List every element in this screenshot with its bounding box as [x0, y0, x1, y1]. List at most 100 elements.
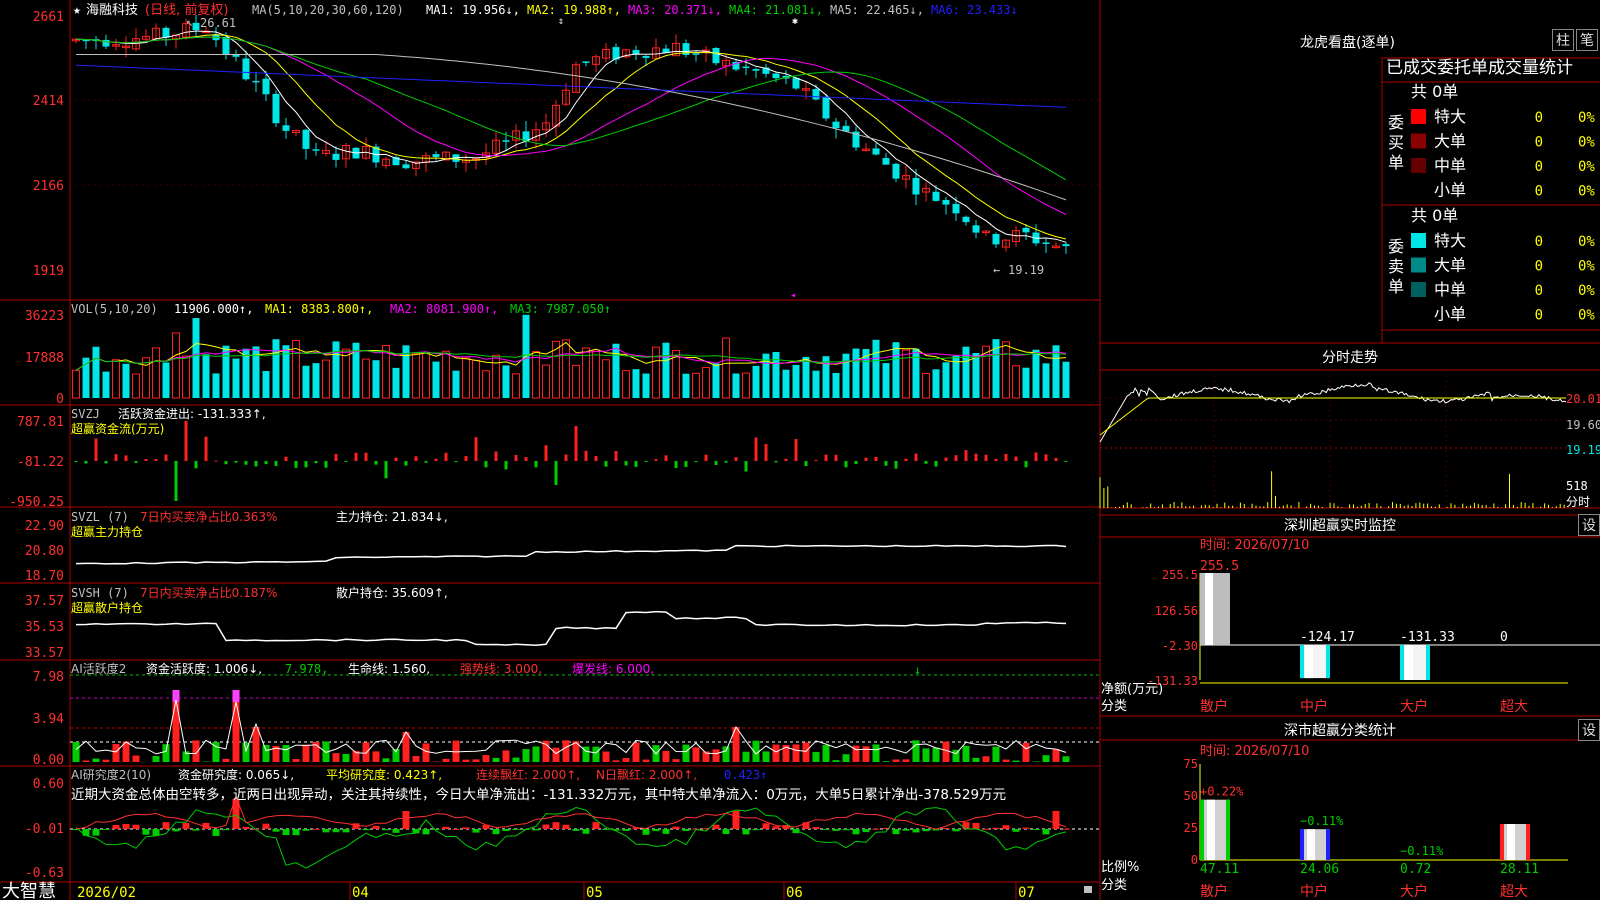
frame-grid — [0, 0, 1600, 900]
intraday-title: 分时走势 — [1322, 350, 1378, 366]
ai2-bar — [692, 747, 700, 762]
moving-average-lines — [75, 30, 1067, 243]
ai2-bar — [482, 755, 490, 762]
low-arrow: ← — [993, 263, 1000, 277]
volume-bar — [482, 370, 490, 399]
ai3-bar — [272, 829, 280, 832]
ai3-b: 平均研究度: 0.423↑, — [326, 767, 442, 782]
candle-body — [742, 66, 750, 69]
ai3-bar — [672, 826, 680, 829]
candle-body — [942, 199, 950, 205]
ai2-bar — [862, 746, 870, 762]
candle-body — [812, 89, 820, 100]
candle-body — [772, 73, 780, 79]
ai2-tick: 0.00 — [33, 753, 64, 768]
high-arrow: ↖ — [186, 15, 193, 29]
ai2-bar — [602, 751, 610, 762]
ai2-bar — [682, 744, 690, 762]
ai3-bar — [382, 829, 390, 831]
volume-bar — [122, 363, 130, 398]
stock-name[interactable]: 海融科技 — [86, 3, 138, 18]
classify-tick: 50 — [1184, 789, 1198, 803]
marker-up-icon: ⇕ — [558, 16, 564, 27]
ai3-bar — [192, 829, 200, 831]
ai3-bar — [982, 828, 990, 830]
intraday-tick: 20.01 — [1566, 392, 1600, 406]
candle-body — [272, 93, 280, 124]
svzj-bar — [204, 436, 208, 461]
ma3-value: MA3: 20.371↓, — [628, 3, 722, 17]
ai3-bar — [1052, 811, 1060, 829]
candle-body — [752, 69, 760, 71]
ai2-bar — [802, 742, 810, 762]
svzj-bar — [544, 445, 548, 461]
classify-tick: 0 — [1191, 853, 1198, 867]
svzl-tick: 18.70 — [25, 569, 64, 584]
row-value: 0 — [1535, 283, 1543, 299]
row-color-swatch — [1411, 182, 1426, 198]
classify-bar-edge — [1326, 829, 1330, 860]
stroke-mode-button[interactable]: 笔 — [1576, 29, 1598, 51]
volume-bar — [342, 348, 350, 399]
candle-body — [1022, 227, 1030, 233]
ai3-bar — [462, 827, 470, 829]
ai2-bars — [72, 690, 1070, 762]
svzj-bar — [464, 456, 468, 461]
lock-icon[interactable] — [1084, 886, 1092, 893]
ai3-bar — [502, 829, 510, 832]
svzj-bar — [674, 461, 678, 469]
monitor-bar — [1200, 573, 1230, 645]
vol-value: 11906.000↑, — [174, 302, 253, 316]
row-percent: 0% — [1578, 159, 1595, 175]
svzj-bar — [894, 461, 898, 469]
volume-bar — [532, 351, 540, 399]
ai2-peak-bar — [232, 690, 240, 702]
ai2-bar — [972, 757, 980, 762]
ma1-line — [75, 30, 1067, 243]
ai2-bar — [72, 742, 80, 762]
ai2-bar — [1042, 755, 1050, 762]
price-tick: 2661 — [33, 10, 64, 25]
volume-bar — [222, 345, 230, 398]
svzj-bar — [244, 461, 248, 465]
classify-settings-button[interactable]: 设 — [1578, 719, 1600, 741]
volume-bar — [932, 369, 940, 398]
row-color-swatch — [1411, 158, 1426, 173]
row-percent: 0% — [1578, 308, 1595, 324]
ai3-bar — [262, 823, 270, 829]
ai3-bar — [942, 828, 950, 830]
bar-mode-button[interactable]: 柱 — [1552, 29, 1574, 51]
ai3-bar — [652, 829, 660, 832]
ma4-value: MA4: 21.081↓, — [729, 3, 823, 17]
volume-bar — [362, 358, 370, 399]
svzj-bar — [574, 426, 578, 461]
svzj-bar — [904, 458, 908, 461]
chart-canvas[interactable]: 255.5 散户 -124.17 中户 -131.33 大户 0 超大 +0.22% 47.11… — [0, 0, 1600, 900]
volume-bar — [1012, 365, 1020, 399]
svzj-bar — [224, 461, 228, 465]
classify-top-label: +0.22% — [1200, 785, 1244, 799]
monitor-tick: -2.30 — [1162, 639, 1198, 653]
svzj-tick: 787.81 — [17, 415, 64, 430]
candle-body — [952, 203, 960, 214]
volume-bar — [892, 342, 900, 398]
monitor-value-label: 0 — [1500, 630, 1508, 645]
monitor-bar-shine — [1305, 645, 1313, 679]
svzj-label: SVZJ — [71, 407, 100, 421]
ai3-bar — [682, 829, 690, 832]
ai2-bar — [762, 751, 770, 762]
volume-bar — [612, 343, 620, 398]
ai2-c: 生命线: 1.560, — [348, 661, 430, 676]
row-name: 中单 — [1434, 280, 1466, 299]
ai3-bar — [332, 829, 340, 833]
ai2-bar — [1002, 759, 1010, 762]
monitor-settings-button[interactable]: 设 — [1578, 514, 1600, 536]
ai3-bar — [602, 829, 610, 830]
volume-bar — [972, 353, 980, 398]
svzj-bar — [334, 453, 338, 461]
ai3-bar — [162, 822, 170, 829]
x-tick: 07 — [1018, 885, 1035, 900]
ma6-line — [75, 64, 1067, 108]
buy-total: 共 0单 — [1411, 82, 1458, 101]
ai2-bar — [712, 749, 720, 762]
